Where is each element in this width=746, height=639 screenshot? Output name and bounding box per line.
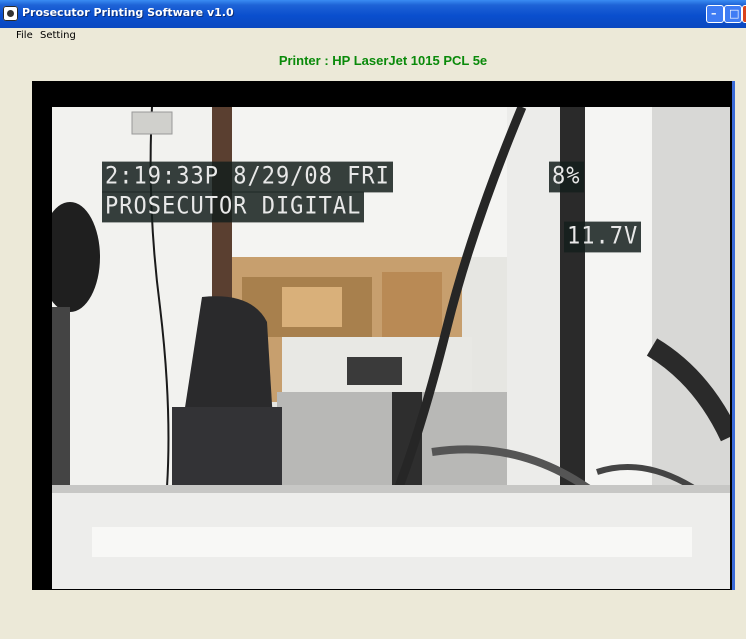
title-bar[interactable]: Prosecutor Printing Software v1.0 – □ × [0, 0, 746, 28]
printer-label: Printer : HP LaserJet 1015 PCL 5e [278, 53, 488, 68]
video-frame: 2:19:33P 8/29/08 FRI PROSECUTOR DIGITAL … [32, 81, 732, 590]
osd-brand-text: PROSECUTOR DIGITAL [102, 191, 365, 223]
osd-timestamp: 2:19:33P 8/29/08 FRI [102, 161, 393, 193]
frame-edge [732, 81, 735, 590]
app-icon[interactable] [3, 6, 18, 21]
window-title: Prosecutor Printing Software v1.0 [22, 6, 234, 19]
menu-setting[interactable]: Setting [40, 30, 76, 41]
osd-voltage: 11.7V [564, 221, 642, 253]
menu-file[interactable]: File [16, 30, 33, 41]
printer-label-row: Printer : HP LaserJet 1015 PCL 5e [0, 53, 746, 68]
minimize-icon: – [711, 7, 717, 20]
maximize-button[interactable]: □ [724, 5, 742, 23]
maximize-icon: □ [729, 7, 740, 20]
menu-bar: File Setting [0, 28, 746, 44]
close-button[interactable]: × [742, 5, 746, 23]
osd-battery-percent: 8% [549, 161, 584, 193]
camera-feed: 2:19:33P 8/29/08 FRI PROSECUTOR DIGITAL … [52, 107, 730, 589]
minimize-button[interactable]: – [706, 5, 724, 23]
